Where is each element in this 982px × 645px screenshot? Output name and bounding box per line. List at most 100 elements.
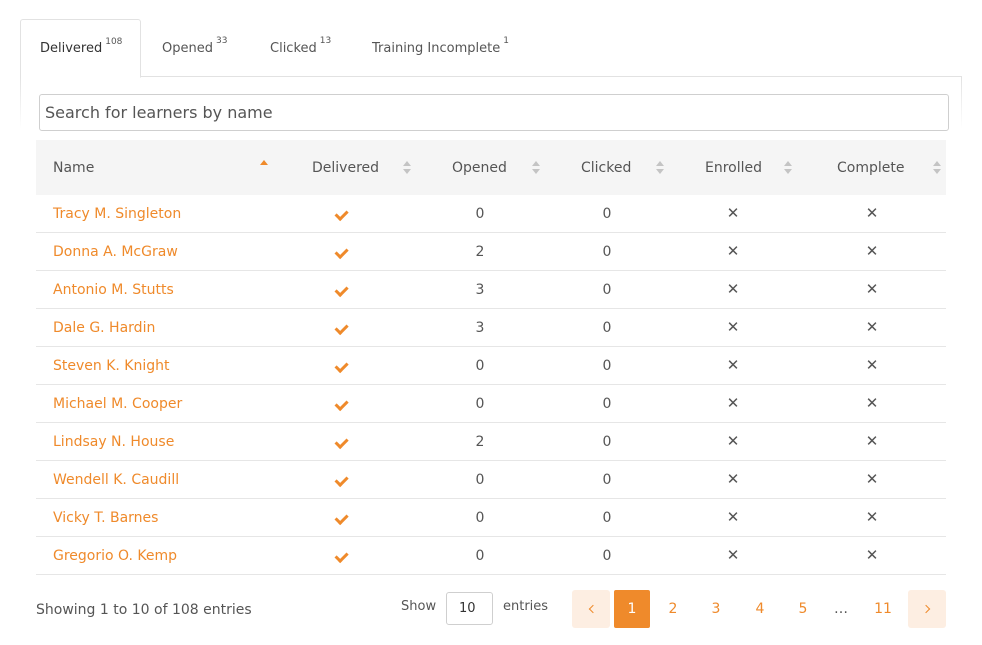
table-row: Michael M. Cooper 0 0 ✕ ✕ <box>36 385 946 423</box>
learner-name-link[interactable]: Dale G. Hardin <box>53 309 155 346</box>
column-header-enrolled[interactable]: Enrolled <box>705 140 762 195</box>
column-label: Enrolled <box>705 159 763 176</box>
table-info: Showing 1 to 10 of 108 entries <box>36 602 252 618</box>
opened-count: 0 <box>475 547 485 564</box>
opened-count: 0 <box>475 395 485 412</box>
delivered-cell <box>314 423 374 460</box>
learner-name-link[interactable]: Vicky T. Barnes <box>53 499 158 536</box>
sort-icon <box>656 161 664 175</box>
tab-label: Clicked <box>270 40 317 56</box>
table-row: Gregorio O. Kemp 0 0 ✕ ✕ <box>36 537 946 575</box>
search-input[interactable] <box>39 94 949 131</box>
column-label: Opened <box>452 159 507 176</box>
table-row: Vicky T. Barnes 0 0 ✕ ✕ <box>36 499 946 537</box>
clicked-count: 0 <box>602 357 612 374</box>
x-icon: ✕ <box>865 204 879 222</box>
clicked-count: 0 <box>602 319 612 336</box>
delivered-cell <box>314 271 374 308</box>
page-button-last[interactable]: 11 <box>865 590 901 628</box>
check-icon <box>337 513 351 523</box>
learner-name-link[interactable]: Michael M. Cooper <box>53 385 182 422</box>
clicked-count: 0 <box>602 509 612 526</box>
tab-training-incomplete[interactable]: Training Incomplete 1 <box>353 19 528 77</box>
opened-count: 2 <box>475 433 485 450</box>
show-label: Show <box>401 599 437 614</box>
check-icon <box>337 323 351 333</box>
delivered-cell <box>314 233 374 270</box>
clicked-count: 0 <box>602 243 612 260</box>
x-icon: ✕ <box>865 242 879 260</box>
enrolled-cell: ✕ <box>703 461 763 498</box>
enrolled-cell: ✕ <box>703 423 763 460</box>
complete-cell: ✕ <box>842 385 902 422</box>
learner-name-link[interactable]: Gregorio O. Kemp <box>53 537 177 574</box>
sort-icon <box>532 161 540 175</box>
page-button-1[interactable]: 1 <box>614 590 650 628</box>
tab-delivered[interactable]: Delivered 108 <box>20 19 141 78</box>
opened-count: 0 <box>475 205 485 222</box>
complete-cell: ✕ <box>842 271 902 308</box>
table-row: Tracy M. Singleton 0 0 ✕ ✕ <box>36 195 946 233</box>
page-button-4[interactable]: 4 <box>742 590 778 628</box>
x-icon: ✕ <box>865 318 879 336</box>
sort-icon <box>933 161 941 175</box>
tab-clicked[interactable]: Clicked 13 <box>251 19 350 77</box>
opened-count: 2 <box>475 243 485 260</box>
sort-icon <box>403 161 411 175</box>
tab-count: 33 <box>215 36 228 46</box>
column-header-delivered[interactable]: Delivered <box>312 140 379 195</box>
learner-name-link[interactable]: Lindsay N. House <box>53 423 174 460</box>
x-icon: ✕ <box>726 546 740 564</box>
learner-name-link[interactable]: Tracy M. Singleton <box>53 195 181 232</box>
check-icon <box>337 209 351 219</box>
enrolled-cell: ✕ <box>703 271 763 308</box>
complete-cell: ✕ <box>842 309 902 346</box>
learner-name-link[interactable]: Steven K. Knight <box>53 347 169 384</box>
column-label: Name <box>53 159 95 176</box>
x-icon: ✕ <box>726 318 740 336</box>
tab-count: 1 <box>503 36 509 46</box>
complete-cell: ✕ <box>842 347 902 384</box>
tab-count: 13 <box>319 36 332 46</box>
sort-icon <box>784 161 792 175</box>
enrolled-cell: ✕ <box>703 499 763 536</box>
clicked-count: 0 <box>602 281 612 298</box>
panel-border <box>20 77 21 129</box>
enrolled-cell: ✕ <box>703 347 763 384</box>
x-icon: ✕ <box>726 242 740 260</box>
check-icon <box>337 475 351 485</box>
opened-count: 0 <box>475 509 485 526</box>
column-header-clicked[interactable]: Clicked <box>581 140 631 195</box>
page-button-3[interactable]: 3 <box>698 590 734 628</box>
complete-cell: ✕ <box>842 195 902 232</box>
learner-name-link[interactable]: Donna A. McGraw <box>53 233 178 270</box>
chevron-right-icon <box>921 604 930 614</box>
column-header-complete[interactable]: Complete <box>837 140 904 195</box>
delivered-cell <box>314 195 374 232</box>
x-icon: ✕ <box>726 432 740 450</box>
x-icon: ✕ <box>726 280 740 298</box>
delivered-cell <box>314 309 374 346</box>
table-row: Wendell K. Caudill 0 0 ✕ ✕ <box>36 461 946 499</box>
page-button-2[interactable]: 2 <box>655 590 691 628</box>
page-size-input[interactable] <box>446 592 493 625</box>
learner-name-link[interactable]: Antonio M. Stutts <box>53 271 174 308</box>
table-row: Lindsay N. House 2 0 ✕ ✕ <box>36 423 946 461</box>
next-page-button[interactable] <box>908 590 946 628</box>
learner-name-link[interactable]: Wendell K. Caudill <box>53 461 179 498</box>
enrolled-cell: ✕ <box>703 309 763 346</box>
page-button-5[interactable]: 5 <box>785 590 821 628</box>
column-header-name[interactable]: Name <box>53 140 273 195</box>
x-icon: ✕ <box>865 470 879 488</box>
tab-opened[interactable]: Opened 33 <box>143 19 246 77</box>
prev-page-button[interactable] <box>572 590 610 628</box>
column-label: Delivered <box>312 159 380 176</box>
table-body: Tracy M. Singleton 0 0 ✕ ✕ Donna A. McGraw 2 0 ✕… <box>36 195 946 575</box>
x-icon: ✕ <box>726 204 740 222</box>
enrolled-cell: ✕ <box>703 195 763 232</box>
complete-cell: ✕ <box>842 423 902 460</box>
column-header-opened[interactable]: Opened <box>452 140 507 195</box>
x-icon: ✕ <box>865 546 879 564</box>
table-header: Name Delivered Opened Clicked Enrolled C… <box>36 140 946 195</box>
opened-count: 3 <box>475 319 485 336</box>
